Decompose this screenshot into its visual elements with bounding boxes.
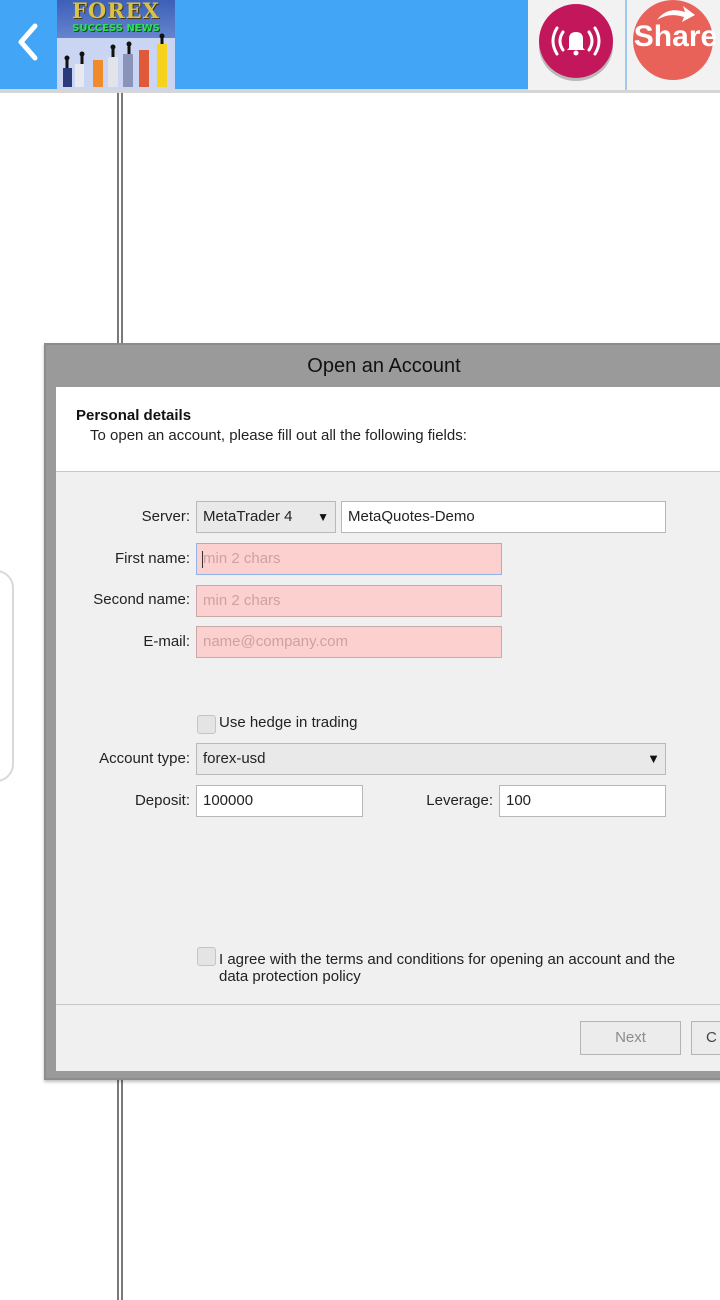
leverage-input[interactable]: 100 (499, 785, 666, 817)
hedge-label: Use hedge in trading (219, 714, 358, 731)
first-name-placeholder: min 2 chars (203, 550, 281, 567)
logo-subtitle: SUCCESS NEWS (72, 23, 160, 34)
chevron-left-icon (18, 23, 38, 61)
platform-select-value: MetaTrader 4 (203, 508, 293, 525)
back-button[interactable] (6, 18, 50, 66)
account-type-label: Account type: (99, 750, 190, 767)
section-title: Personal details (76, 407, 192, 424)
footer-divider (56, 1004, 720, 1005)
account-type-select[interactable]: forex-usd ▼ (196, 743, 666, 775)
broadcast-button[interactable] (537, 2, 615, 82)
logo-title: FOREX (72, 0, 160, 23)
app-logo: FOREX SUCCESS NEWS (57, 0, 175, 89)
section-subtitle: To open an account, please fill out all … (90, 427, 467, 444)
dropdown-arrow-icon: ▼ (317, 510, 329, 524)
text-cursor (202, 551, 203, 568)
first-name-label: First name: (114, 550, 190, 567)
agree-checkbox[interactable] (197, 947, 216, 966)
server-field[interactable]: MetaQuotes-Demo (341, 501, 666, 533)
second-name-label: Second name: (93, 591, 190, 608)
platform-select[interactable]: MetaTrader 4 ▼ (196, 501, 336, 533)
next-button[interactable]: Next (580, 1021, 681, 1055)
email-input[interactable]: name@company.com (196, 626, 502, 658)
open-account-dialog: Open an Account Personal details To open… (44, 343, 720, 1080)
server-label: Server: (141, 508, 190, 525)
hedge-checkbox[interactable] (197, 715, 216, 734)
share-label: Share (633, 20, 718, 53)
broadcast-bell-icon (539, 4, 613, 81)
dropdown-arrow-icon: ▼ (647, 751, 660, 766)
second-name-input[interactable]: min 2 chars (196, 585, 502, 617)
deposit-input[interactable]: 100000 (196, 785, 363, 817)
first-name-input[interactable]: min 2 chars (196, 543, 502, 575)
deposit-label: Deposit: (134, 792, 190, 809)
account-type-value: forex-usd (203, 750, 266, 767)
cancel-button[interactable]: C (691, 1021, 720, 1055)
share-button[interactable]: Share (625, 0, 720, 90)
agree-label: I agree with the terms and conditions fo… (219, 951, 676, 985)
second-name-placeholder: min 2 chars (203, 592, 281, 609)
page: { "app_bar": { "logo_title": "FOREX", "l… (0, 0, 720, 1300)
leverage-label: Leverage: (426, 792, 493, 809)
side-drawer-handle[interactable] (0, 570, 14, 782)
email-placeholder: name@company.com (203, 633, 349, 650)
dialog-title: Open an Account (307, 355, 461, 377)
dialog-header: Personal details To open an account, ple… (56, 387, 720, 472)
email-label: E-mail: (143, 633, 190, 650)
dialog-body: Personal details To open an account, ple… (56, 387, 720, 1071)
